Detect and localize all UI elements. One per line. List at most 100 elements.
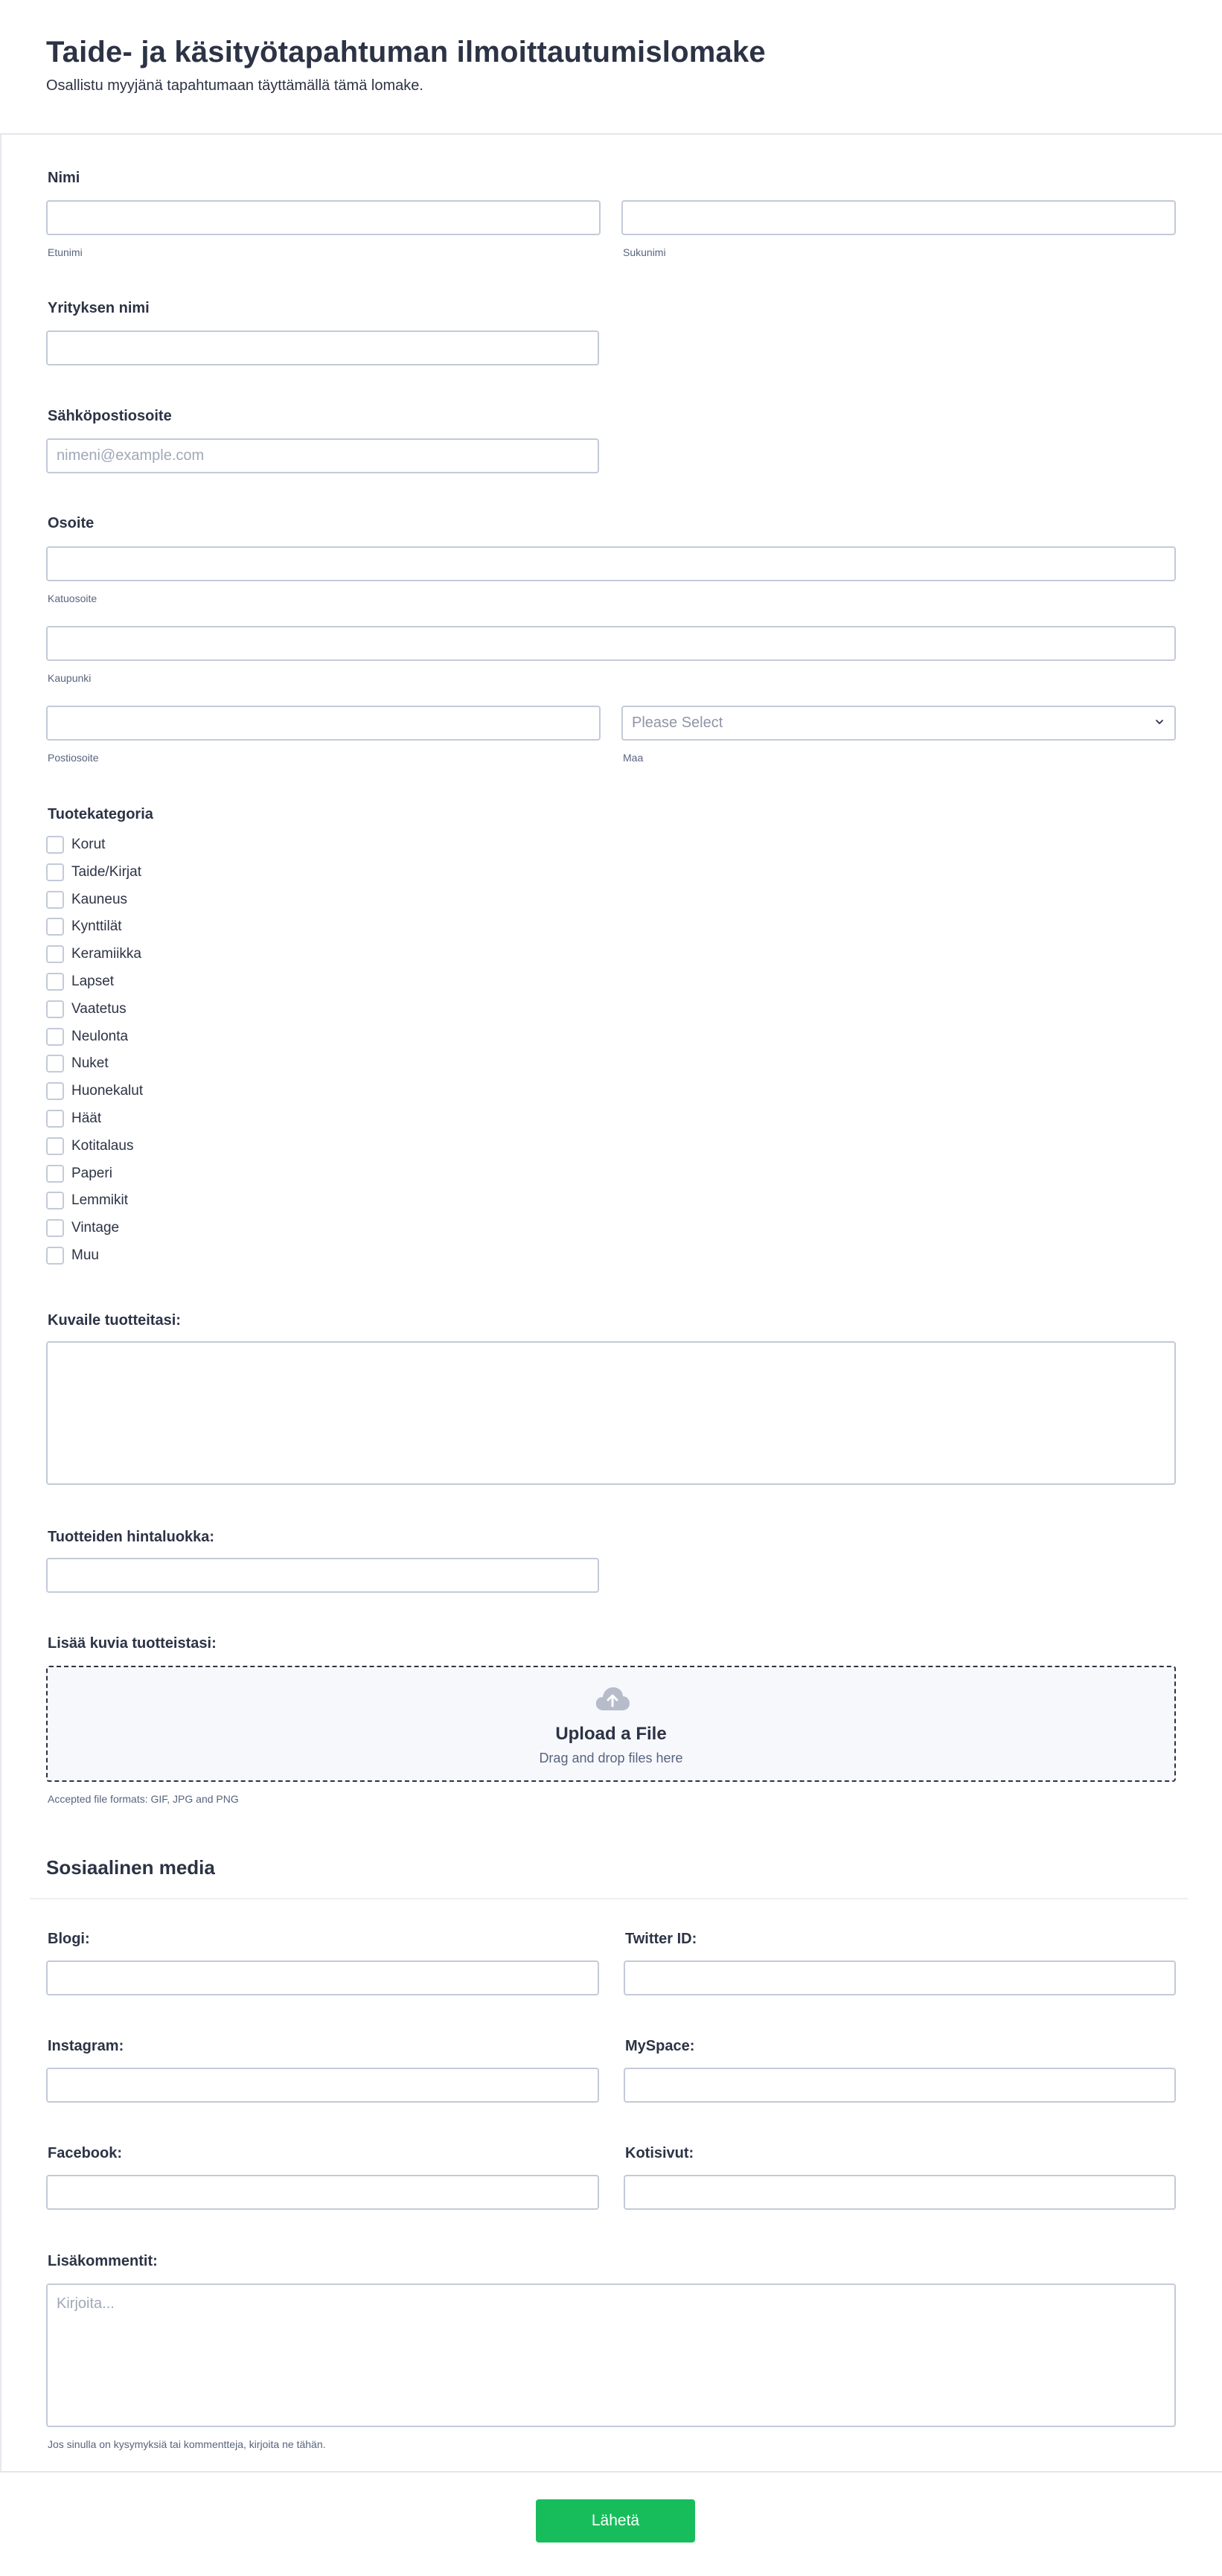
- category-checkbox-item[interactable]: Vaatetus: [46, 1000, 127, 1019]
- checkbox[interactable]: [46, 1027, 64, 1046]
- checkbox[interactable]: [46, 1000, 64, 1018]
- checkbox[interactable]: [46, 863, 64, 881]
- checkbox[interactable]: [46, 890, 64, 909]
- street-input[interactable]: [46, 546, 1176, 581]
- category-checkbox-item[interactable]: Lapset: [46, 972, 114, 991]
- social-section-title: Sosiaalinen media: [46, 1856, 215, 1879]
- form-subtitle: Osallistu myyjänä tapahtumaan täyttämäll…: [46, 77, 423, 94]
- email-label: Sähköpostiosoite: [48, 408, 172, 424]
- price-input[interactable]: [46, 1558, 599, 1593]
- checkbox-label: Huonekalut: [71, 1083, 144, 1099]
- checkbox[interactable]: [46, 1137, 64, 1155]
- instagram-label: Instagram:: [48, 2038, 124, 2054]
- describe-textarea[interactable]: [46, 1341, 1176, 1485]
- name-label: Nimi: [48, 170, 80, 186]
- first-name-input[interactable]: [46, 200, 601, 235]
- category-checkbox-item[interactable]: Korut: [46, 835, 105, 854]
- city-sublabel: Kaupunki: [48, 672, 92, 684]
- file-upload-dropzone[interactable]: Upload a File Drag and drop files here: [46, 1666, 1176, 1782]
- facebook-input[interactable]: [46, 2175, 599, 2210]
- category-checkbox-item[interactable]: Kynttilät: [46, 917, 122, 936]
- checkbox-label: Lemmikit: [71, 1192, 129, 1209]
- country-select-value: Please Select: [632, 715, 723, 731]
- category-checkbox-item[interactable]: Nuket: [46, 1054, 109, 1073]
- category-checkbox-item[interactable]: Kauneus: [46, 890, 127, 910]
- submit-button[interactable]: Lähetä: [536, 2499, 695, 2543]
- address-label: Osoite: [48, 515, 95, 531]
- checkbox-label: Muu: [71, 1247, 99, 1263]
- checkbox[interactable]: [46, 1247, 64, 1265]
- checkbox-label: Vaatetus: [71, 1000, 127, 1017]
- category-checkbox-item[interactable]: Huonekalut: [46, 1081, 143, 1101]
- first-name-sublabel: Etunimi: [48, 246, 83, 258]
- upload-title: Upload a File: [555, 1724, 667, 1744]
- form-page: Taide- ja käsityötapahtuman ilmoittautum…: [0, 0, 1222, 2576]
- checkbox-label: Kynttilät: [71, 918, 122, 935]
- form-header: Taide- ja käsityötapahtuman ilmoittautum…: [0, 0, 1222, 135]
- category-checkbox-item[interactable]: Paperi: [46, 1164, 112, 1183]
- blog-label: Blogi:: [48, 1931, 90, 1947]
- comments-textarea[interactable]: [46, 2283, 1176, 2427]
- describe-label: Kuvaile tuotteitasi:: [48, 1312, 181, 1329]
- category-checkbox-item[interactable]: Muu: [46, 1246, 99, 1265]
- checkbox[interactable]: [46, 836, 64, 854]
- checkbox-label: Lapset: [71, 974, 115, 989]
- checkbox-label: Nuket: [71, 1055, 109, 1072]
- checkbox-label: Korut: [71, 837, 106, 852]
- last-name-input[interactable]: [621, 200, 1176, 235]
- facebook-label: Facebook:: [48, 2145, 123, 2161]
- upload-note: Accepted file formats: GIF, JPG and PNG: [48, 1793, 239, 1805]
- checkbox[interactable]: [46, 1219, 64, 1238]
- instagram-input[interactable]: [46, 2068, 599, 2103]
- country-select[interactable]: Please Select: [621, 706, 1176, 741]
- checkbox[interactable]: [46, 1192, 64, 1210]
- company-input[interactable]: [46, 330, 599, 365]
- category-checkbox-item[interactable]: Keramiikka: [46, 945, 141, 964]
- form-title: Taide- ja käsityötapahtuman ilmoittautum…: [46, 36, 766, 68]
- checkbox-label: Taide/Kirjat: [71, 863, 141, 880]
- chevron-down-icon: [1156, 720, 1163, 724]
- upload-subtitle: Drag and drop files here: [539, 1751, 683, 1765]
- checkbox[interactable]: [46, 973, 64, 991]
- checkbox-label: Kotitalaus: [71, 1137, 134, 1154]
- cloud-upload-icon: [595, 1687, 630, 1710]
- homepage-input[interactable]: [624, 2175, 1176, 2210]
- checkbox[interactable]: [46, 1164, 64, 1183]
- comments-note: Jos sinulla on kysymyksiä tai kommenttej…: [48, 2438, 326, 2450]
- checkbox[interactable]: [46, 918, 64, 936]
- twitter-input[interactable]: [624, 1960, 1176, 1995]
- category-checkbox-item[interactable]: Kotitalaus: [46, 1137, 133, 1156]
- comments-label: Lisäkommentit:: [48, 2253, 158, 2269]
- city-input[interactable]: [46, 626, 1176, 661]
- twitter-label: Twitter ID:: [625, 1931, 697, 1947]
- email-input[interactable]: [46, 438, 599, 473]
- company-label: Yrityksen nimi: [48, 300, 150, 316]
- category-checkbox-item[interactable]: Häät: [46, 1109, 101, 1128]
- street-sublabel: Katuosoite: [48, 592, 97, 604]
- category-label: Tuotekategoria: [48, 806, 153, 822]
- checkbox-label: Paperi: [71, 1165, 112, 1181]
- checkbox-label: Vintage: [71, 1220, 120, 1236]
- section-divider: [30, 1898, 1188, 1899]
- price-label: Tuotteiden hintaluokka:: [48, 1529, 215, 1545]
- checkbox[interactable]: [46, 1110, 64, 1128]
- country-sublabel: Maa: [623, 752, 644, 764]
- myspace-input[interactable]: [624, 2068, 1176, 2103]
- blog-input[interactable]: [46, 1960, 599, 1995]
- postal-input[interactable]: [46, 706, 601, 741]
- checkbox-label: Neulonta: [71, 1028, 129, 1044]
- category-checkbox-item[interactable]: Neulonta: [46, 1027, 128, 1046]
- checkbox[interactable]: [46, 1082, 64, 1101]
- category-checkbox-item[interactable]: Lemmikit: [46, 1191, 128, 1210]
- last-name-sublabel: Sukunimi: [623, 246, 666, 258]
- checkbox-label: Kauneus: [71, 891, 128, 907]
- category-checkbox-item[interactable]: Vintage: [46, 1218, 119, 1238]
- checkbox[interactable]: [46, 1055, 64, 1073]
- myspace-label: MySpace:: [625, 2038, 695, 2054]
- postal-sublabel: Postiosoite: [48, 752, 99, 764]
- category-checkbox-item[interactable]: Taide/Kirjat: [46, 863, 141, 882]
- left-divider: [0, 135, 1, 2472]
- checkbox[interactable]: [46, 945, 64, 964]
- checkbox-label: Keramiikka: [71, 946, 141, 962]
- form-footer: Lähetä: [0, 2471, 1222, 2576]
